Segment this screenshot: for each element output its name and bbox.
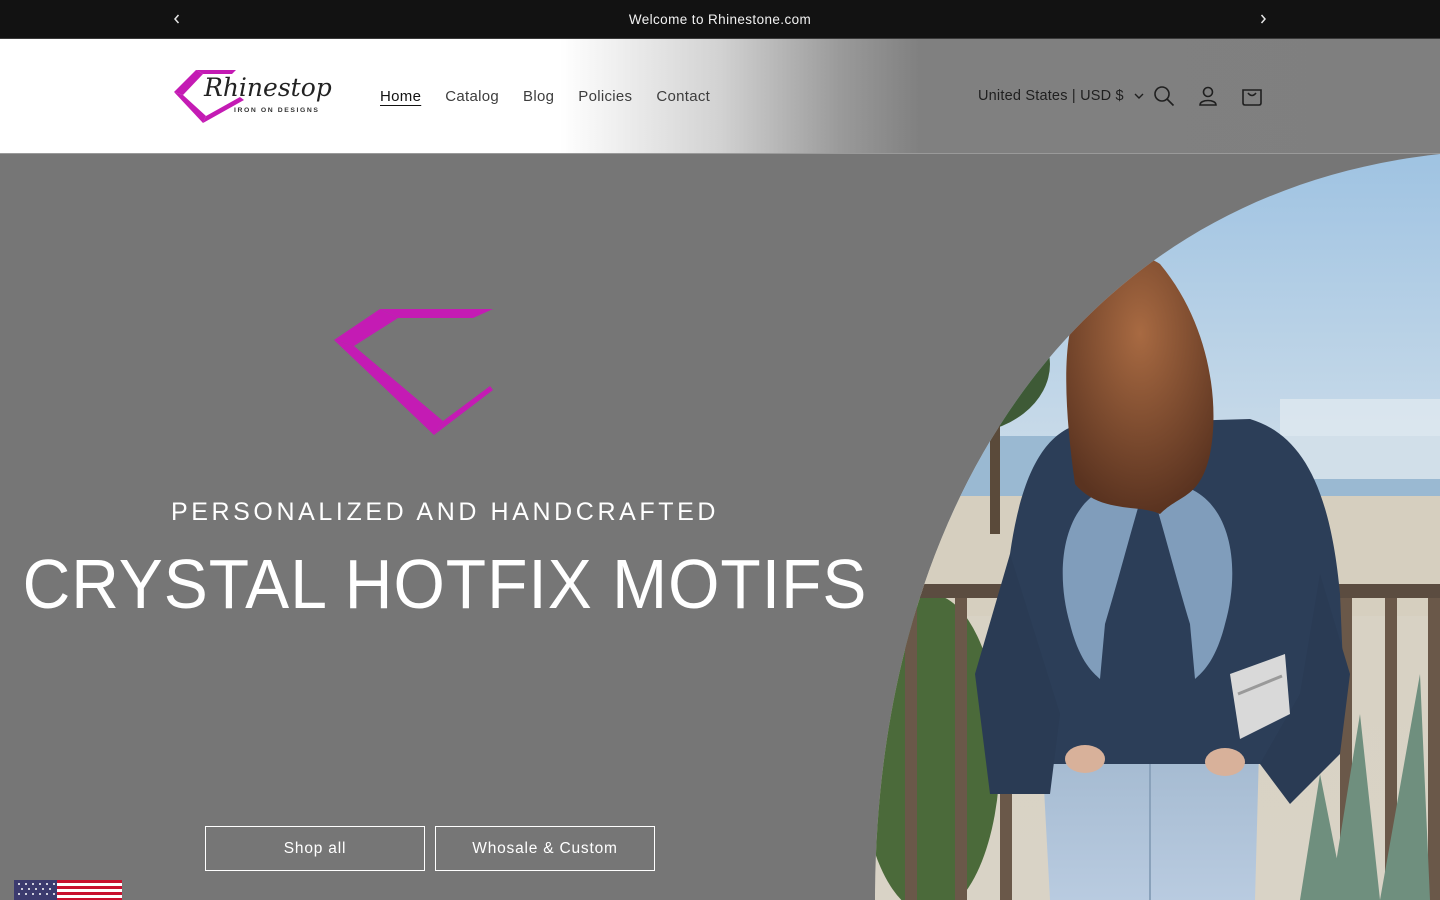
hero-heading: CRYSTAL HOTFIX MOTIFS [22,545,868,623]
nav-catalog[interactable]: Catalog [433,88,511,105]
search-icon[interactable] [1150,82,1178,110]
chevron-left-icon[interactable] [167,9,187,29]
logo-tagline: IRON ON DESIGNS [234,107,320,114]
account-icon[interactable] [1194,82,1222,110]
hero-subheading: PERSONALIZED AND HANDCRAFTED [170,498,720,526]
brand-diamond-icon [334,309,493,435]
nav-home[interactable]: Home [368,88,433,105]
chevron-right-icon[interactable] [1253,9,1273,29]
main-nav: Home Catalog Blog Policies Contact [368,39,722,153]
wholesale-custom-button[interactable]: Whosale & Custom [435,826,655,871]
nav-blog[interactable]: Blog [511,88,566,105]
nav-contact[interactable]: Contact [644,88,722,105]
us-flag-icon[interactable] [14,880,122,900]
logo-link[interactable]: Rhinestop IRON ON DESIGNS [170,67,338,125]
logo-wordmark: Rhinestop [203,73,332,102]
shop-all-button[interactable]: Shop all [205,826,425,871]
hero-photo [875,154,1440,900]
country-currency-selector[interactable]: United States | USD $ [978,84,1144,108]
site-header: Rhinestop IRON ON DESIGNS Home Catalog B… [0,39,1440,154]
locale-label: United States | USD $ [978,88,1124,104]
chevron-down-icon [1134,88,1144,104]
nav-policies[interactable]: Policies [566,88,644,105]
hero-banner: PERSONALIZED AND HANDCRAFTED CRYSTAL HOT… [0,154,1440,900]
cart-icon[interactable] [1238,82,1266,110]
announcement-bar: Welcome to Rhinestone.com [0,0,1440,39]
announcement-text: Welcome to Rhinestone.com [628,11,812,27]
